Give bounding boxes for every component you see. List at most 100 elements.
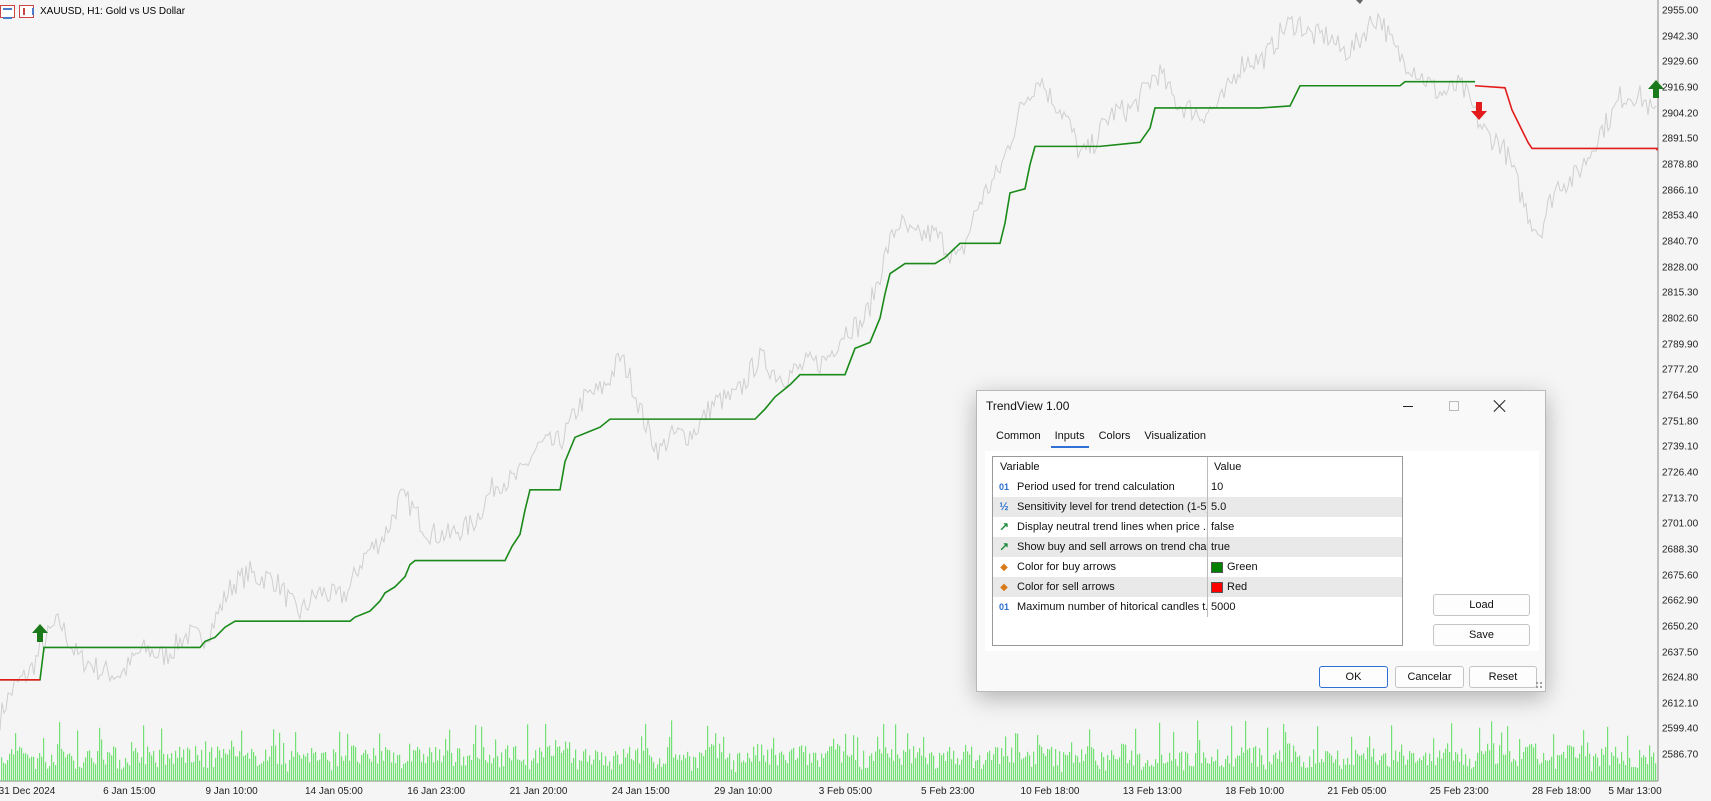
save-button[interactable]: Save — [1433, 624, 1530, 646]
param-value-cell[interactable]: 5.0 — [1208, 501, 1402, 513]
tab-visualization[interactable]: Visualization — [1138, 428, 1212, 448]
volume-bar — [251, 748, 253, 781]
volume-bar — [83, 762, 85, 781]
volume-bar — [503, 766, 505, 781]
volume-bar — [1593, 756, 1595, 781]
volume-bar — [519, 760, 521, 781]
volume-bar — [1453, 760, 1455, 781]
table-row[interactable]: ½ Sensitivity level for trend detection (… — [993, 497, 1402, 517]
load-button[interactable]: Load — [1433, 594, 1530, 616]
volume-bar — [1605, 746, 1607, 781]
volume-bar — [93, 762, 95, 781]
volume-bar — [1613, 756, 1615, 781]
tab-common[interactable]: Common — [990, 428, 1047, 448]
close-button[interactable] — [1477, 391, 1523, 421]
volume-bar — [547, 746, 549, 781]
volume-bar — [665, 763, 667, 781]
cancel-button[interactable]: Cancelar — [1395, 666, 1464, 688]
volume-bar — [903, 750, 905, 781]
table-row[interactable]: ↗ Display neutral trend lines when price … — [993, 517, 1402, 537]
param-value-cell[interactable]: true — [1208, 541, 1402, 553]
param-value-cell[interactable]: 10 — [1208, 481, 1402, 493]
volume-bar — [1407, 759, 1409, 781]
volume-bar — [1257, 766, 1259, 781]
volume-bar — [609, 761, 611, 781]
minimize-icon — [1403, 405, 1413, 407]
volume-bar — [1207, 762, 1209, 781]
volume-bar — [1231, 725, 1233, 781]
volume-bar — [271, 745, 273, 781]
ok-button[interactable]: OK — [1319, 666, 1388, 688]
param-value-cell[interactable]: 5000 — [1208, 601, 1402, 613]
volume-bar — [897, 754, 899, 781]
volume-bar — [1425, 752, 1427, 781]
volume-bar — [1127, 763, 1129, 781]
volume-bar — [765, 761, 767, 781]
volume-bar — [333, 749, 335, 781]
volume-bar — [1001, 747, 1003, 781]
volume-bar — [1641, 757, 1643, 781]
chart-bars-icon[interactable] — [19, 4, 34, 18]
minimize-button[interactable] — [1385, 391, 1431, 421]
table-row[interactable]: 01 Period used for trend calculation 10 — [993, 477, 1402, 497]
volume-bar — [145, 764, 147, 781]
volume-bar — [443, 755, 445, 781]
dialog-title-bar[interactable]: TrendView 1.00 — [977, 391, 1545, 421]
volume-bar — [1413, 752, 1415, 781]
volume-bar — [1443, 752, 1445, 781]
volume-bar — [581, 760, 583, 781]
price-axis-label: 2713.70 — [1662, 493, 1699, 505]
tab-colors[interactable]: Colors — [1093, 428, 1137, 448]
price-axis-label: 2929.60 — [1662, 56, 1699, 68]
volume-bar — [1267, 727, 1269, 781]
volume-bar — [267, 760, 269, 781]
volume-bar — [711, 744, 713, 781]
volume-bar — [559, 746, 561, 781]
volume-bar — [577, 769, 579, 781]
volume-bar — [1503, 754, 1505, 781]
table-row[interactable]: ◆ Color for sell arrows Red — [993, 577, 1402, 597]
table-row[interactable]: ↗ Show buy and sell arrows on trend cha..… — [993, 537, 1402, 557]
chart-shift-marker[interactable] — [1356, 0, 1363, 4]
table-row[interactable]: 01 Maximum number of hitorical candles t.… — [993, 597, 1402, 617]
volume-bar — [183, 749, 185, 781]
resize-grip-icon[interactable] — [1535, 681, 1543, 689]
sell-arrow-icon — [1471, 102, 1487, 120]
volume-bar — [1411, 753, 1413, 781]
chart-window-icon[interactable] — [0, 4, 15, 19]
volume-bar — [1505, 754, 1507, 781]
param-value-cell[interactable]: Green — [1208, 561, 1402, 573]
volume-bar — [1573, 746, 1575, 781]
volume-bar — [1627, 735, 1629, 781]
volume-bar — [185, 762, 187, 781]
volume-bar — [733, 760, 735, 781]
volume-bar — [1401, 744, 1403, 781]
volume-bar — [1461, 748, 1463, 781]
volume-bar — [73, 760, 75, 781]
volume-bar — [463, 756, 465, 781]
volume-bar — [949, 746, 951, 781]
param-value-cell[interactable]: false — [1208, 521, 1402, 533]
tab-inputs[interactable]: Inputs — [1049, 428, 1091, 448]
param-name: Maximum number of hitorical candles t... — [1017, 601, 1208, 613]
volume-bar — [1289, 743, 1291, 781]
column-header-value[interactable]: Value — [1208, 457, 1402, 477]
table-row[interactable]: ◆ Color for buy arrows Green — [993, 557, 1402, 577]
volume-bar — [715, 733, 717, 781]
volume-bar — [583, 751, 585, 781]
reset-button[interactable]: Reset — [1469, 666, 1537, 688]
column-header-variable[interactable]: Variable — [993, 457, 1208, 477]
volume-bar — [305, 756, 307, 781]
volume-bar — [483, 746, 485, 781]
volume-bar — [1015, 733, 1017, 781]
maximize-button[interactable] — [1431, 391, 1477, 421]
volume-bar — [101, 739, 103, 781]
volume-bar — [1139, 753, 1141, 781]
volume-bar — [1029, 755, 1031, 781]
price-axis-label: 2955.00 — [1662, 5, 1699, 17]
param-value-cell[interactable]: Red — [1208, 581, 1402, 593]
volume-bar — [141, 757, 143, 781]
volume-bar — [1175, 759, 1177, 781]
volume-bar — [1621, 752, 1623, 781]
volume-bar — [1149, 766, 1151, 781]
